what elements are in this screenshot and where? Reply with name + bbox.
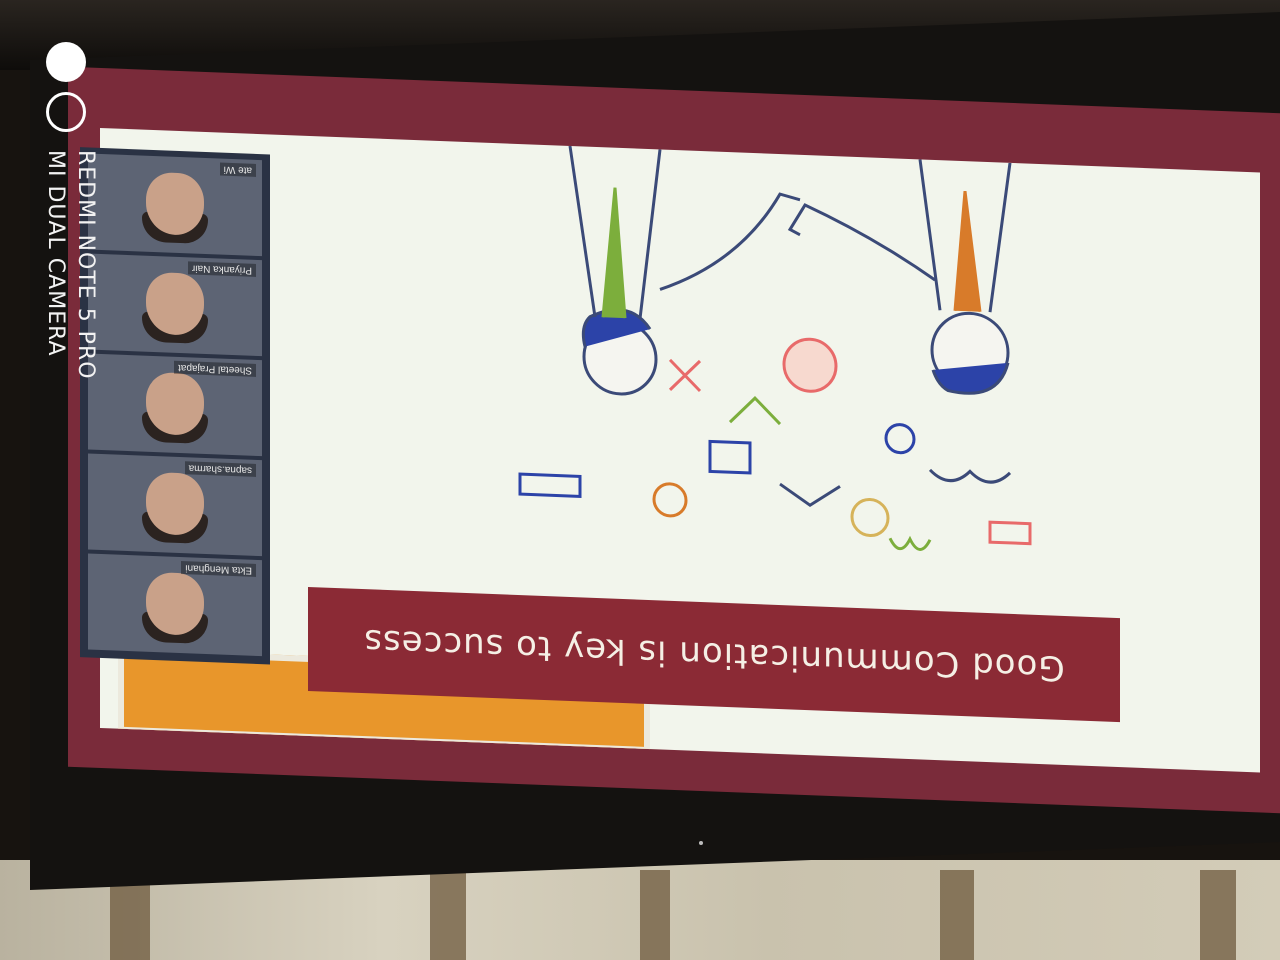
participant-tile[interactable]: Ekta Menghani — [88, 553, 262, 657]
cloud-network-icon — [928, 468, 1012, 484]
chart-icon — [708, 439, 752, 475]
power-led-icon — [699, 841, 703, 845]
blob-icon — [782, 337, 838, 393]
question-icon — [652, 482, 688, 518]
document-icon — [728, 395, 782, 426]
participant-panel: Ekta Menghani sapna.sharma Sheetal Praja… — [80, 147, 270, 665]
percent-icon — [668, 358, 702, 393]
watermark-line2: MI DUAL CAMERA — [43, 150, 68, 357]
watermark-dot-icon — [46, 42, 86, 82]
arrow-icon — [779, 482, 841, 508]
floor-stripe — [430, 870, 466, 960]
participant-name: Priyanka Nair — [187, 261, 256, 277]
floor-stripe — [940, 870, 974, 960]
communication-illustration — [518, 145, 1032, 551]
participant-name: Ekta Menghani — [181, 561, 256, 577]
watermark-line1: REDMI NOTE 5 PRO — [73, 150, 98, 380]
person-right-icon — [568, 145, 801, 396]
monitor-screen: Good Communication is key to success Ekt… — [68, 66, 1280, 814]
pencil-icon — [518, 472, 582, 498]
participant-tile[interactable]: Priyanka Nair — [88, 253, 262, 357]
floor-stripe — [1200, 870, 1236, 960]
participant-name: sapna.sharma — [184, 461, 256, 477]
card-icon — [988, 520, 1032, 546]
gear-icon — [884, 423, 916, 455]
participant-tile[interactable]: ate Wi — [88, 153, 262, 257]
slide-title: Good Communication is key to success — [363, 621, 1065, 689]
presentation-slide: Good Communication is key to success — [100, 127, 1260, 773]
camera-watermark: REDMI NOTE 5 PRO MI DUAL CAMERA — [40, 150, 100, 380]
panel-header: ate Wi — [219, 162, 256, 177]
dollar-icon — [888, 535, 932, 551]
participant-tile[interactable]: sapna.sharma — [88, 453, 262, 557]
lightbulb-icon — [850, 498, 890, 538]
participant-tile[interactable]: Sheetal Prajapat — [88, 353, 262, 457]
floor-stripe — [640, 870, 670, 960]
watermark-ring-icon — [46, 92, 86, 132]
